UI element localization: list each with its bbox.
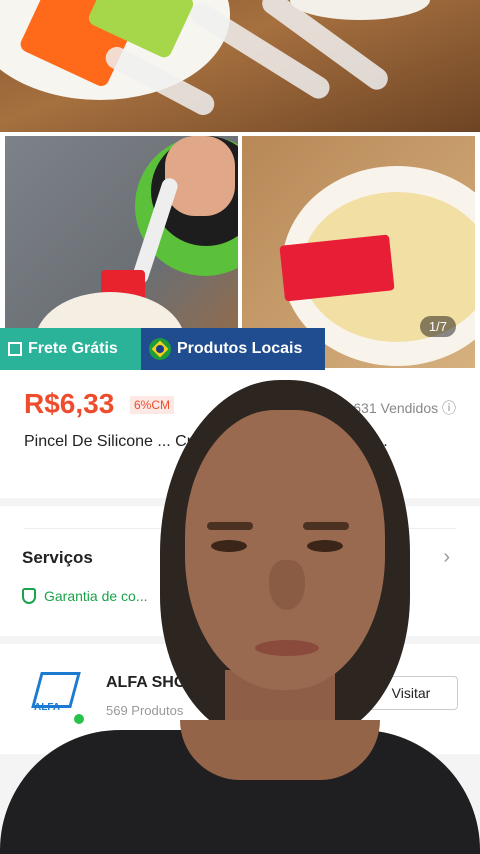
nose [269, 560, 305, 610]
hand [165, 136, 235, 216]
right-eye [307, 540, 343, 552]
image-counter: 1/7 [419, 316, 456, 337]
truck-icon [8, 342, 22, 356]
left-eye [211, 540, 247, 552]
brush-red [279, 234, 395, 302]
free-shipping-tag: Frete Grátis [0, 328, 141, 370]
local-products-label: Produtos Locais [177, 340, 303, 357]
brazil-flag-icon [149, 338, 171, 360]
mouth [255, 640, 319, 656]
presenter-overlay [0, 380, 480, 854]
local-products-tag: Produtos Locais [141, 328, 325, 370]
free-shipping-label: Frete Grátis [28, 340, 118, 357]
neckline [180, 720, 380, 780]
right-eyebrow [303, 522, 349, 530]
product-hero-image[interactable] [0, 0, 480, 132]
left-eyebrow [207, 522, 253, 530]
face [185, 410, 385, 690]
